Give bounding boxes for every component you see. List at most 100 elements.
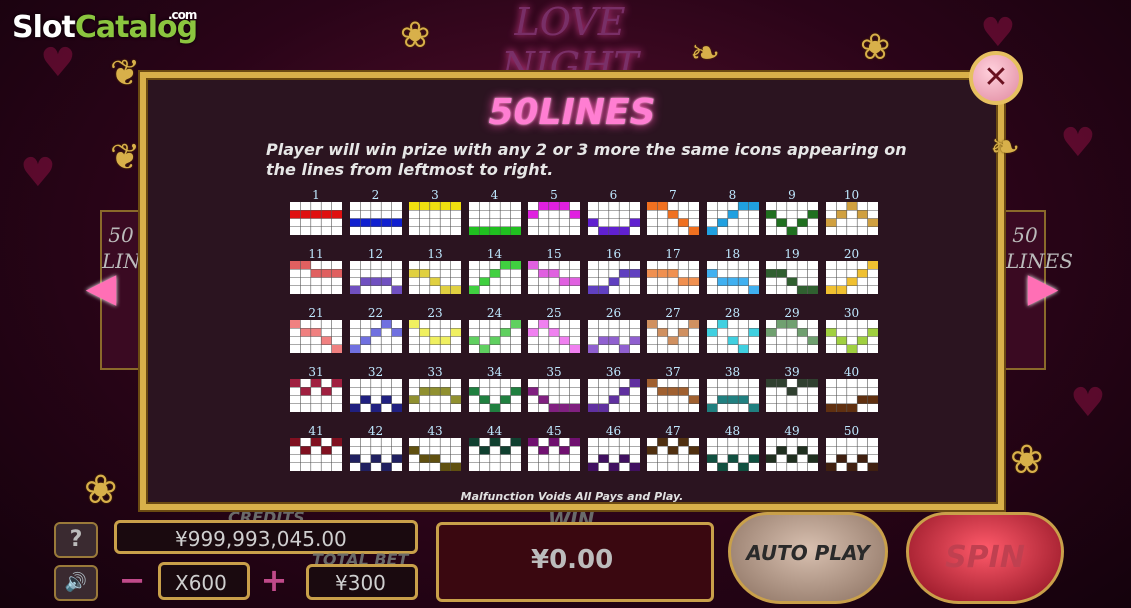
watermark-slot: Slot	[12, 10, 76, 45]
payline-cell	[310, 438, 322, 447]
payline-21: 21	[290, 306, 342, 356]
payline-cell	[290, 210, 301, 219]
payline-cell	[548, 403, 560, 412]
sound-button[interactable]: 🔊	[54, 565, 98, 601]
help-button[interactable]: ?	[54, 522, 98, 558]
payline-pattern	[349, 320, 402, 353]
payline-cell	[748, 403, 759, 412]
auto-play-label: AUTO PLAY	[746, 541, 870, 565]
payline-cell	[440, 387, 451, 396]
win-display: ¥0.00	[436, 522, 714, 602]
payline-cell	[835, 210, 847, 219]
payline-pattern	[528, 261, 580, 294]
payline-42: 42	[349, 424, 402, 474]
payline-pattern	[706, 320, 759, 353]
payline-33: 33	[409, 365, 461, 415]
payline-cell	[429, 454, 441, 463]
payline-9: 9	[766, 188, 818, 238]
payline-number: 24	[486, 306, 503, 320]
payline-17: 17	[647, 247, 699, 297]
slotcatalog-watermark: SlotCatalog .com	[12, 8, 198, 45]
payline-cell	[835, 403, 847, 412]
bet-minus-button[interactable]: −	[110, 560, 154, 604]
payline-40: 40	[825, 365, 878, 415]
payline-cell	[300, 210, 311, 219]
payline-number: 26	[605, 306, 622, 320]
paytable-title: 50LINES	[488, 92, 656, 133]
spin-button[interactable]: SPIN	[906, 512, 1064, 604]
previous-page-arrow-icon[interactable]: ◀	[78, 262, 124, 314]
payline-cell	[538, 202, 549, 211]
payline-cell	[499, 328, 511, 337]
payline-cell	[468, 438, 479, 447]
payline-pattern	[468, 202, 521, 235]
payline-8: 8	[706, 188, 759, 238]
payline-cell	[647, 320, 658, 329]
payline-6: 6	[587, 188, 640, 238]
payline-cell	[716, 462, 728, 471]
payline-1: 1	[290, 188, 342, 238]
plus-icon: +	[260, 561, 288, 599]
payline-cell	[331, 438, 342, 447]
payline-50: 50	[825, 424, 878, 474]
paylines-grid: 1 2 3 4 5 6 7 8 9 10 11 12 13 14 15 16 17 18 19 20 21 22 23 24 2…	[290, 188, 880, 478]
payline-pattern	[290, 261, 342, 294]
payline-cell	[786, 277, 798, 286]
payline-cell	[569, 210, 580, 219]
payline-number: 45	[546, 424, 562, 438]
payline-cell	[440, 202, 451, 211]
payline-cell	[300, 387, 311, 396]
payline-cell	[510, 438, 521, 447]
payline-pattern	[706, 438, 759, 471]
payline-cell	[657, 202, 668, 211]
payline-number: 42	[367, 424, 384, 438]
payline-45: 45	[528, 424, 580, 474]
next-page-arrow-icon[interactable]: ▶	[1020, 262, 1066, 314]
payline-cell	[349, 454, 360, 463]
payline-cell	[608, 226, 619, 235]
close-button[interactable]: ✕	[969, 51, 1023, 105]
payline-cell	[776, 379, 787, 388]
payline-18: 18	[706, 247, 759, 297]
payline-cell	[290, 320, 301, 329]
payline-pattern	[290, 438, 342, 471]
payline-cell	[370, 403, 381, 412]
payline-pattern	[766, 202, 818, 235]
payline-pattern	[587, 379, 640, 412]
payline-48: 48	[706, 424, 759, 474]
payline-pattern	[468, 261, 521, 294]
payline-number: 37	[665, 365, 681, 379]
payline-cell	[807, 454, 818, 463]
payline-pattern	[647, 438, 699, 471]
payline-cell	[499, 395, 511, 404]
payline-cell	[657, 438, 668, 447]
payline-number: 16	[605, 247, 622, 261]
payline-44: 44	[468, 424, 521, 474]
payline-49: 49	[766, 424, 818, 474]
payline-2: 2	[349, 188, 402, 238]
auto-play-button[interactable]: AUTO PLAY	[728, 512, 888, 604]
payline-cell	[786, 226, 798, 235]
payline-cell	[478, 395, 490, 404]
payline-cell	[647, 202, 658, 211]
payline-pattern	[706, 261, 759, 294]
bet-plus-button[interactable]: +	[252, 560, 296, 604]
payline-cell	[489, 403, 500, 412]
payline-number: 11	[308, 247, 324, 261]
payline-46: 46	[587, 424, 640, 474]
payline-cell	[856, 269, 868, 278]
payline-cell	[349, 344, 360, 353]
payline-cell	[678, 277, 689, 286]
watermark-com: .com	[168, 8, 197, 22]
payline-25: 25	[528, 306, 580, 356]
payline-cell	[737, 202, 749, 211]
payline-cell	[429, 387, 441, 396]
payline-cell	[499, 261, 511, 270]
payline-cell	[370, 454, 381, 463]
payline-cell	[706, 269, 717, 278]
payline-cell	[559, 336, 570, 345]
payline-number: 12	[367, 247, 384, 261]
payline-cell	[300, 261, 311, 270]
payline-cell	[678, 328, 689, 337]
payline-cell	[846, 403, 857, 412]
